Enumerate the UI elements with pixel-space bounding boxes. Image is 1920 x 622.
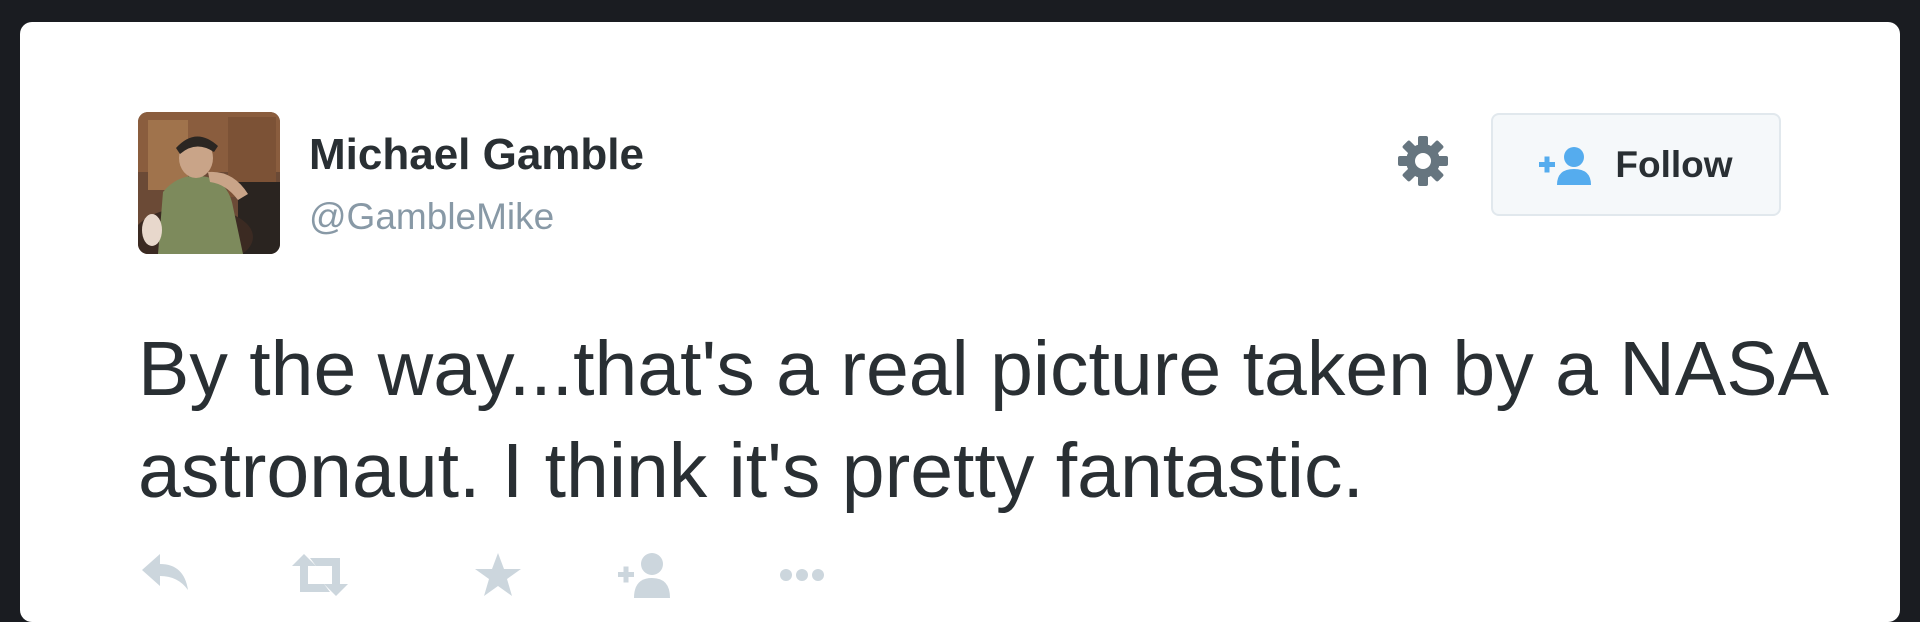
reply-icon[interactable] [138, 550, 198, 600]
gear-icon[interactable] [1394, 132, 1452, 190]
star-icon[interactable] [468, 550, 528, 600]
tweet-card: Michael Gamble @GambleMike Follow By the… [20, 22, 1900, 622]
avatar[interactable] [138, 112, 280, 254]
tweet-text: By the way...that's a real picture taken… [138, 326, 1825, 514]
more-dots-icon[interactable] [774, 550, 834, 600]
follow-button[interactable]: Follow [1491, 113, 1781, 216]
retweet-icon[interactable] [290, 550, 350, 600]
author-name[interactable]: Michael Gamble [309, 130, 644, 180]
author-handle[interactable]: @GambleMike [309, 196, 554, 238]
add-user-icon [1539, 146, 1592, 185]
follow-button-label: Follow [1615, 143, 1733, 185]
add-user-icon[interactable] [616, 550, 676, 600]
profile-photo-icon [138, 112, 280, 254]
